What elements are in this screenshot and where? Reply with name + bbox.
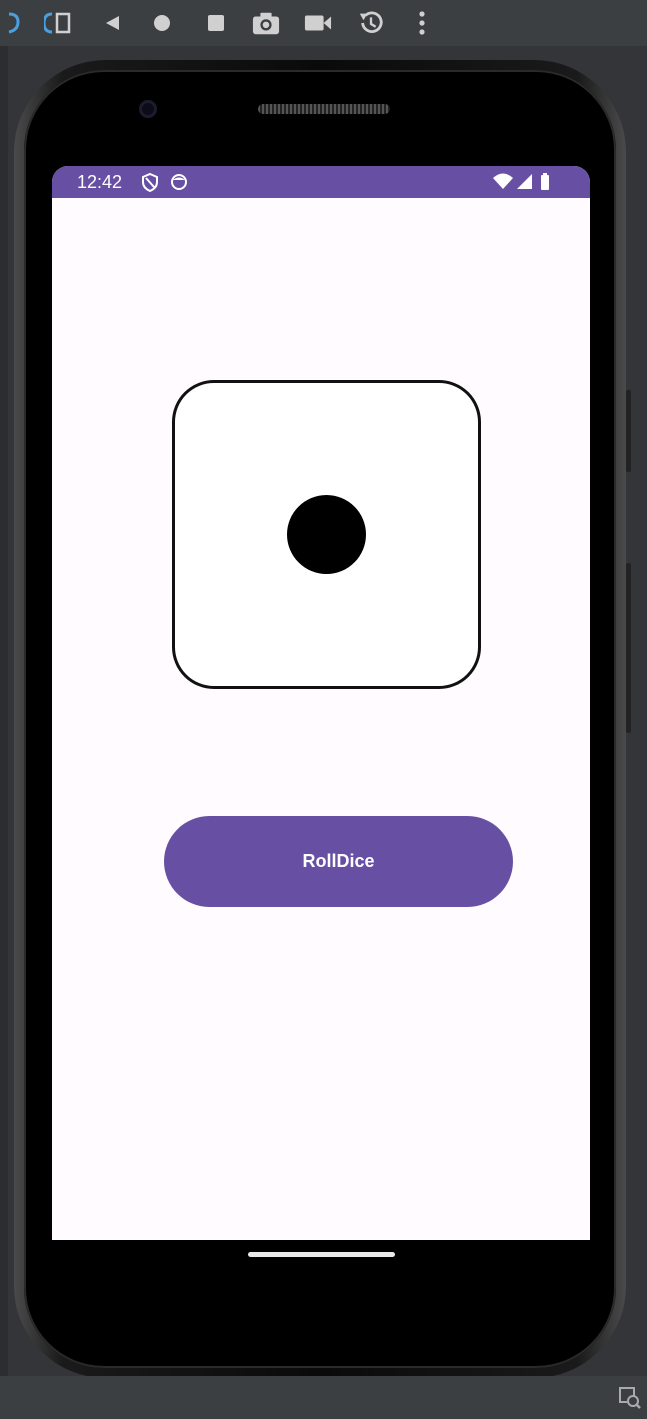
earpiece-speaker: [258, 104, 390, 114]
left-panel-edge: [0, 46, 8, 1419]
status-bar: 12:42: [52, 166, 590, 198]
wifi-icon: [492, 172, 513, 192]
snapshot-icon[interactable]: [357, 9, 385, 37]
rotate-right-icon[interactable]: [44, 9, 72, 37]
back-icon[interactable]: [98, 9, 126, 37]
emulator-bottom-bar: [0, 1376, 647, 1419]
app-screen: 12:42 RollDice: [52, 166, 590, 1240]
dice-image: [172, 380, 481, 689]
home-icon[interactable]: [148, 9, 176, 37]
dice-pip: [287, 495, 366, 574]
power-button[interactable]: [626, 390, 631, 472]
screen-record-icon[interactable]: [304, 9, 332, 37]
rotate-left-icon[interactable]: [0, 9, 28, 37]
emulator-toolbar: [0, 0, 647, 46]
signal-icon: [515, 172, 535, 192]
volume-button[interactable]: [626, 563, 631, 733]
overview-icon[interactable]: [202, 9, 230, 37]
roll-dice-button[interactable]: RollDice: [164, 816, 513, 907]
battery-icon: [539, 172, 559, 192]
home-gesture-bar[interactable]: [248, 1252, 395, 1257]
shield-icon: [140, 172, 160, 193]
app-notification-icon: [169, 172, 189, 192]
emulator-window: 12:42 RollDice: [0, 0, 647, 1419]
front-camera: [139, 100, 157, 118]
screenshot-icon[interactable]: [252, 9, 280, 37]
status-time: 12:42: [77, 172, 123, 192]
layout-inspector-icon[interactable]: [618, 1386, 642, 1410]
more-icon[interactable]: [408, 9, 436, 37]
